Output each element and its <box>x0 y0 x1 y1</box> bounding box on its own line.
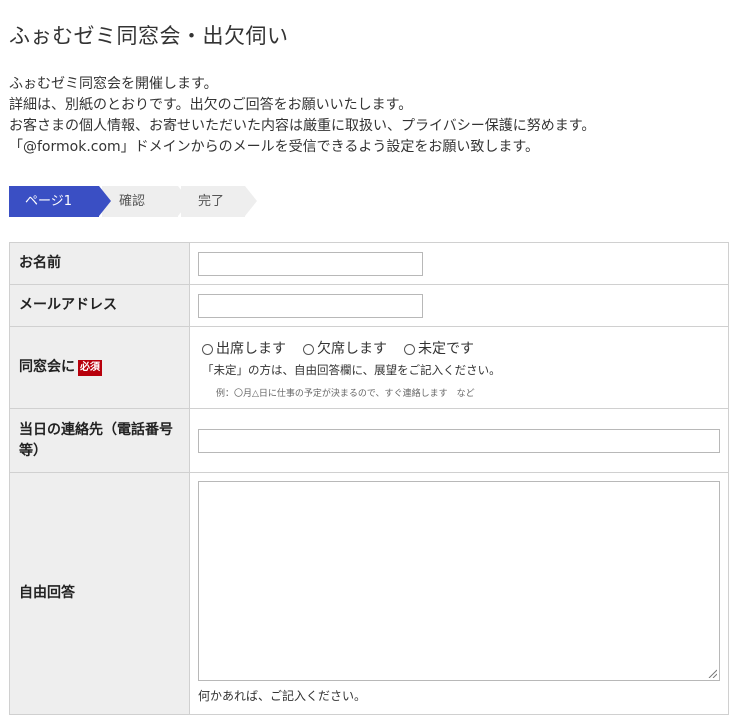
intro-line: お客さまの個人情報、お寄せいただいた内容は厳重に取扱い、プライバシー保護に努めま… <box>9 118 596 134</box>
free-answer-textarea[interactable] <box>198 481 720 681</box>
radio-undecided-label: 未定です <box>418 341 474 357</box>
resize-handle-icon[interactable] <box>707 668 717 678</box>
form-table: お名前 メールアドレス 同窓会に 必須 出席します 欠席します 未定です 「未定… <box>9 242 729 715</box>
name-cell <box>189 242 729 285</box>
free-answer-cell: 何かあれば、ご記入ください。 <box>189 472 729 715</box>
intro-text: ふぉむゼミ同窓会を開催します。 詳細は、別紙のとおりです。出欠のご回答をお願いい… <box>9 74 595 158</box>
radio-circle-icon[interactable] <box>303 343 314 355</box>
email-input[interactable] <box>198 293 423 318</box>
page-title: ふぉむゼミ同窓会・出欠伺い <box>9 24 289 48</box>
step-confirm: 確認 <box>102 186 190 217</box>
phone-cell <box>189 408 729 473</box>
attendance-label-cell: 同窓会に 必須 <box>9 326 190 409</box>
attendance-example: 例：〇月△日に仕事の予定が決まるので、すぐ連絡します など <box>216 389 475 399</box>
radio-absent-label: 欠席します <box>317 341 387 357</box>
radio-circle-icon[interactable] <box>202 343 213 355</box>
email-cell <box>189 284 729 327</box>
form-row-email: メールアドレス <box>9 284 729 327</box>
intro-line: ふぉむゼミ同窓会を開催します。 <box>9 76 218 92</box>
radio-circle-icon[interactable] <box>404 343 415 355</box>
attendance-label: 同窓会に <box>19 359 75 375</box>
attendance-cell: 出席します 欠席します 未定です 「未定」の方は、自由回答欄に、展望をご記入くだ… <box>189 326 729 409</box>
progress-steps: ページ1 確認 完了 <box>9 186 257 217</box>
free-answer-label: 自由回答 <box>9 472 190 715</box>
step-page1: ページ1 <box>9 186 111 217</box>
form-row-attendance: 同窓会に 必須 出席します 欠席します 未定です 「未定」の方は、自由回答欄に、展… <box>9 326 729 409</box>
name-input[interactable] <box>198 251 423 276</box>
radio-absent[interactable]: 欠席します <box>303 338 387 358</box>
intro-line: 詳細は、別紙のとおりです。出欠のご回答をお願いいたします。 <box>9 97 413 113</box>
radio-attend-label: 出席します <box>216 341 286 357</box>
intro-line: 「@formok.com」ドメインからのメールを受信できるよう設定をお願い致しま… <box>9 139 539 155</box>
phone-input[interactable] <box>198 428 720 453</box>
radio-attend[interactable]: 出席します <box>202 338 286 358</box>
free-answer-note: 何かあれば、ご記入ください。 <box>198 689 367 703</box>
step-complete: 完了 <box>181 186 257 217</box>
radio-undecided[interactable]: 未定です <box>404 338 474 358</box>
form-row-free-answer: 自由回答 何かあれば、ご記入ください。 <box>9 472 729 715</box>
form-row-name: お名前 <box>9 242 729 285</box>
required-badge: 必須 <box>78 360 102 376</box>
phone-label: 当日の連絡先（電話番号等） <box>9 408 190 473</box>
email-label: メールアドレス <box>9 284 190 327</box>
name-label: お名前 <box>9 242 190 285</box>
attendance-options: 出席します 欠席します 未定です <box>202 338 720 358</box>
form-row-phone: 当日の連絡先（電話番号等） <box>9 408 729 473</box>
attendance-note: 「未定」の方は、自由回答欄に、展望をご記入ください。 <box>202 363 501 377</box>
